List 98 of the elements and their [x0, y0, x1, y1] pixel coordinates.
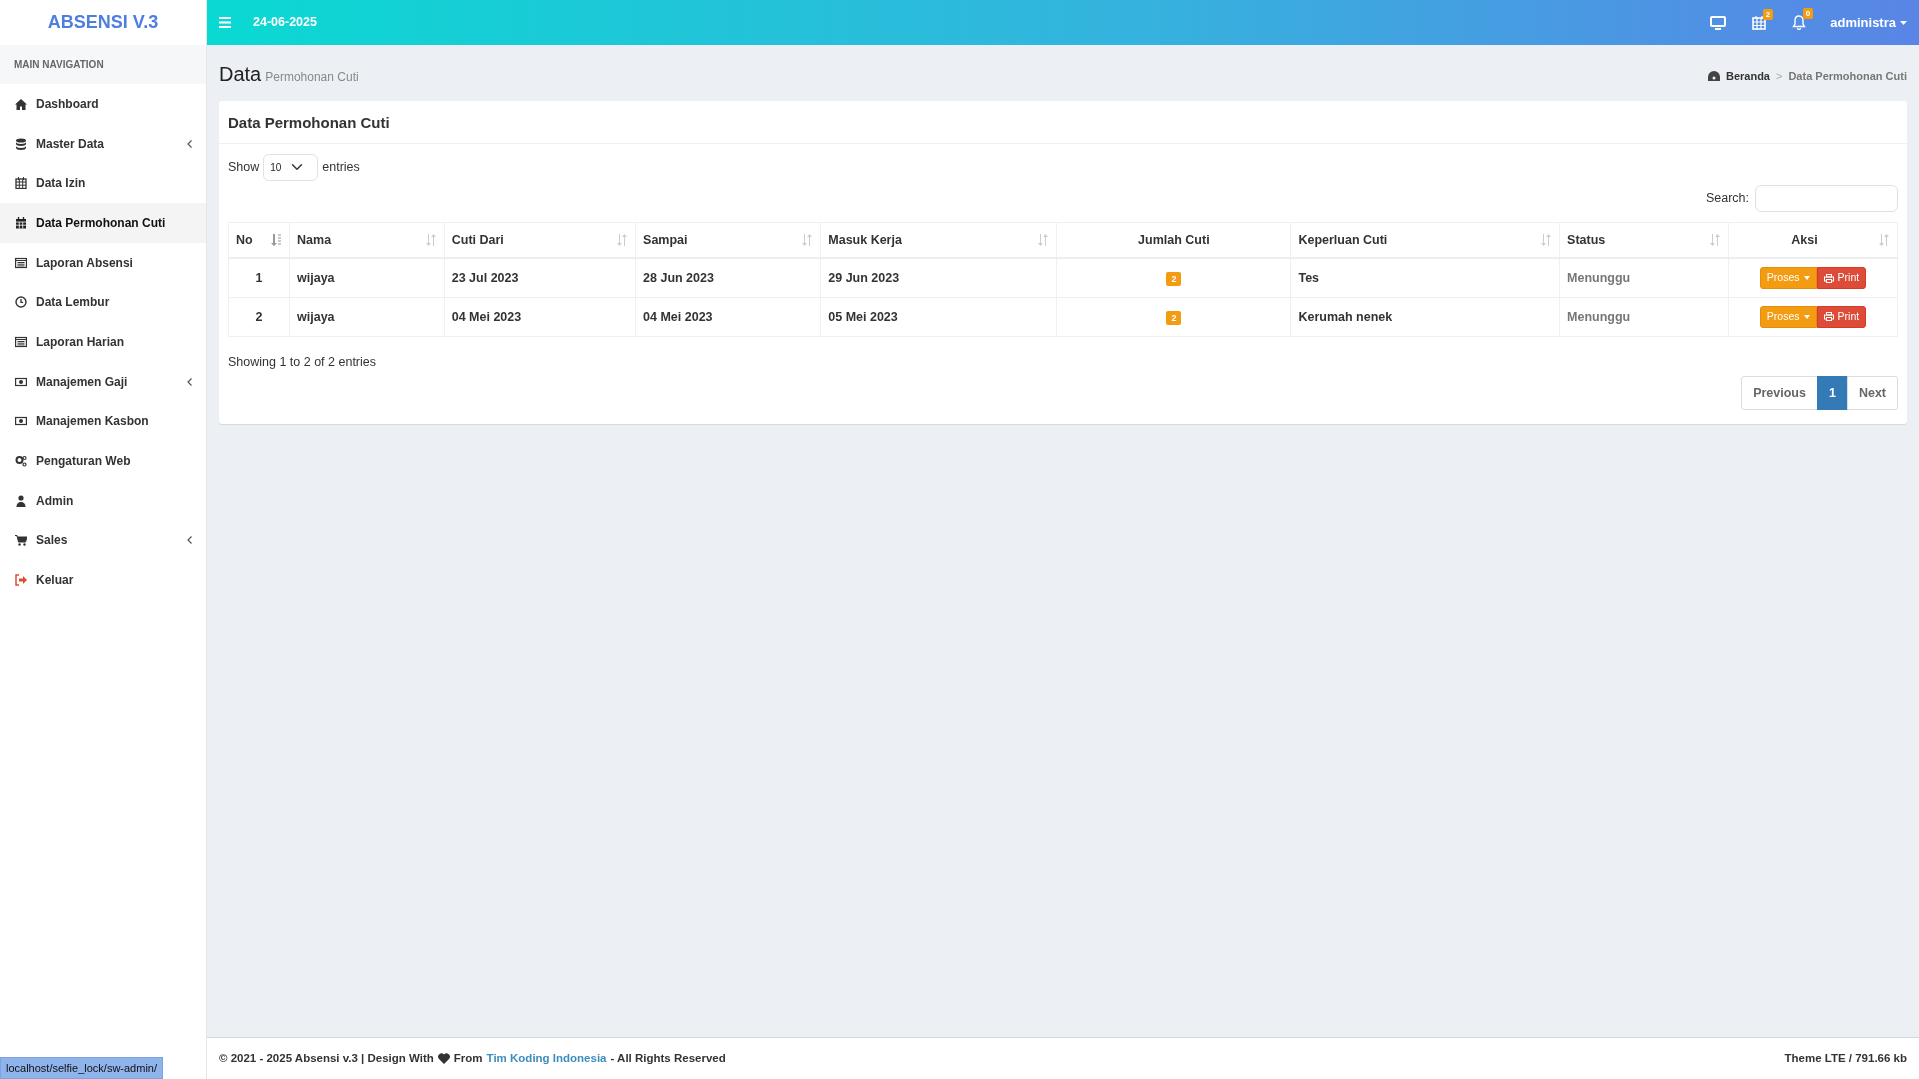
dashboard-gauge-icon — [1707, 71, 1720, 81]
monitor-icon[interactable] — [1710, 15, 1727, 30]
menu-icon[interactable] — [219, 17, 231, 28]
cart-icon — [15, 534, 27, 547]
clock-icon — [15, 296, 27, 309]
printer-icon — [1823, 273, 1834, 283]
notification-count: 2 — [1762, 8, 1774, 20]
status-bar-url: localhost/selfie_lock/sw-admin/ — [0, 1056, 163, 1079]
column-header[interactable]: No — [236, 232, 253, 247]
show-label: Show — [228, 158, 260, 176]
brand-logo-text[interactable]: ABSENSI V.3 — [47, 9, 159, 36]
entries-select[interactable]: 10 — [263, 153, 319, 181]
notification-count: 0 — [1802, 8, 1814, 19]
sidebar-item[interactable]: Data Permohonan Cuti — [0, 203, 206, 243]
page-subtitle: Permohonan Cuti — [265, 70, 359, 84]
sort-icon[interactable] — [1709, 233, 1721, 246]
sidebar-item[interactable]: Master Data — [0, 123, 206, 164]
table-cell: Tes — [1298, 270, 1320, 285]
house-icon — [15, 97, 27, 110]
current-date: 24-06-2025 — [253, 14, 317, 32]
table-cell: 05 Mei 2023 — [828, 309, 898, 324]
card-title: Data Permohonan Cuti — [219, 104, 1907, 144]
column-header[interactable]: Nama — [297, 232, 332, 247]
breadcrumb-separator: > — [1776, 68, 1783, 84]
table-cell: 04 Mei 2023 — [643, 309, 713, 324]
column-header[interactable]: Status — [1567, 232, 1606, 247]
table-cell: 28 Jun 2023 — [643, 270, 714, 285]
sidebar-item[interactable]: Data Izin — [0, 163, 206, 204]
footer-text: - All Rights Reserved — [610, 1050, 726, 1066]
sort-icon[interactable] — [801, 233, 814, 246]
caret-icon — [1803, 314, 1810, 319]
sidebar-item[interactable]: Data Lembur — [0, 282, 206, 323]
printer-icon — [1823, 312, 1834, 322]
sidebar-item[interactable]: Admin — [0, 480, 206, 521]
table-cell: 29 Jun 2023 — [828, 270, 900, 285]
footer-link[interactable]: Tim Koding Indonesia — [486, 1049, 607, 1068]
calendar-icon[interactable] — [1752, 15, 1767, 30]
sort-icon[interactable] — [1037, 233, 1050, 246]
status-text: Menunggu — [1567, 270, 1631, 285]
print-button[interactable]: Print — [1816, 267, 1867, 289]
column-header[interactable]: Jumlah Cuti — [1138, 232, 1210, 247]
table-cell: wijaya — [297, 309, 335, 324]
sidebar-item[interactable]: Sales — [0, 520, 206, 561]
sidebar-item[interactable]: Dashboard — [0, 84, 206, 124]
footer-text: From — [453, 1050, 483, 1066]
entries-label: entries — [322, 158, 360, 176]
page-title: Data — [219, 63, 262, 85]
calendar-icon — [15, 216, 27, 229]
column-header[interactable]: Keperluan Cuti — [1298, 232, 1388, 247]
caret-icon — [1900, 20, 1907, 25]
sort-icon[interactable] — [1878, 233, 1890, 246]
search-label: Search: — [1705, 189, 1749, 207]
list-window-icon — [15, 256, 27, 269]
count-badge: 2 — [1166, 310, 1182, 325]
table-cell: 23 Jul 2023 — [451, 270, 519, 285]
column-header[interactable]: Aksi — [1791, 232, 1818, 247]
sidebar-item[interactable]: Manajemen Kasbon — [0, 401, 206, 442]
database-icon — [15, 137, 27, 150]
caret-icon — [1803, 276, 1810, 281]
table-cell: 1 — [255, 270, 263, 285]
bell-icon[interactable] — [1792, 15, 1807, 30]
count-badge: 2 — [1166, 271, 1182, 286]
breadcrumb-link[interactable]: Beranda — [1725, 67, 1770, 85]
search-field[interactable] — [1755, 184, 1898, 212]
sidebar-item[interactable]: Laporan Absensi — [0, 242, 206, 283]
sidebar-item[interactable]: Laporan Harian — [0, 322, 206, 362]
table-cell: Kerumah nenek — [1298, 309, 1393, 324]
table-cell: 04 Mei 2023 — [451, 309, 522, 324]
footer-text: © 2021 - 2025 Absensi v.3 | Design With — [219, 1050, 434, 1066]
pagination-button[interactable]: 1 — [1816, 375, 1848, 411]
sign-out-icon — [15, 574, 27, 587]
sort-icon[interactable] — [424, 233, 437, 246]
pagination-button[interactable]: Previous — [1741, 375, 1818, 411]
banknote-icon — [15, 375, 27, 388]
sort-icon[interactable] — [1540, 233, 1553, 246]
calendar-icon — [15, 177, 27, 190]
gears-icon — [15, 455, 27, 468]
user-icon — [15, 494, 27, 507]
nav-heading: MAIN NAVIGATION — [0, 45, 206, 84]
footer-version: Theme LTE / 791.66 kb — [1784, 1050, 1907, 1066]
breadcrumb-current: Data Permohonan Cuti — [1788, 68, 1907, 84]
table-info: Showing 1 to 2 of 2 entries — [228, 353, 377, 371]
pagination-button[interactable]: Next — [1846, 375, 1898, 411]
heart-icon — [437, 1053, 450, 1064]
banknote-icon — [15, 415, 27, 428]
table-cell: wijaya — [297, 270, 335, 285]
sidebar-item[interactable]: Pengaturan Web — [0, 441, 206, 481]
list-window-icon — [15, 335, 27, 348]
table-cell: 2 — [255, 309, 263, 324]
column-header[interactable]: Cuti Dari — [451, 232, 504, 247]
sort-icon[interactable] — [616, 233, 629, 246]
print-button[interactable]: Print — [1816, 306, 1867, 328]
sidebar-item[interactable]: Keluar — [0, 560, 206, 600]
column-header[interactable]: Masuk Kerja — [828, 232, 902, 247]
column-header[interactable]: Sampai — [643, 232, 688, 247]
status-text: Menunggu — [1567, 309, 1631, 324]
sidebar-item[interactable]: Manajemen Gaji — [0, 361, 206, 402]
sort-ascending-icon[interactable] — [270, 233, 283, 246]
